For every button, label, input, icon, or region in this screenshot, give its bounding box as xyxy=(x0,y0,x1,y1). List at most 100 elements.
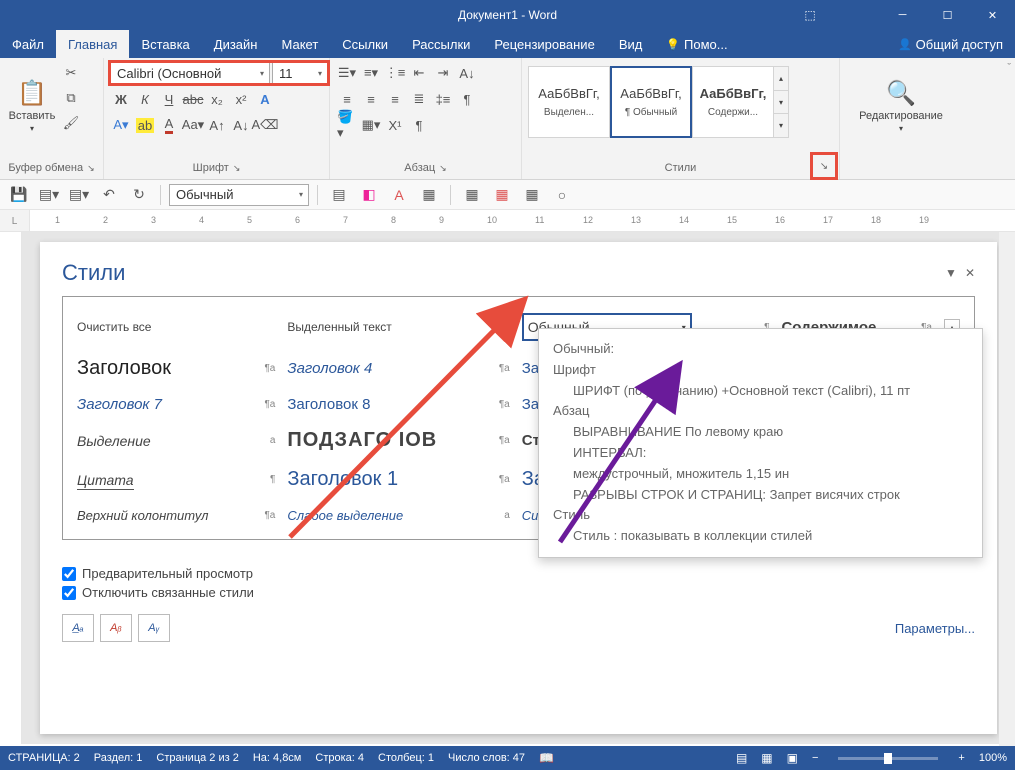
style-heading8[interactable]: Заголовок 8 xyxy=(281,388,492,421)
tab-layout[interactable]: Макет xyxy=(269,30,330,58)
editing-button[interactable]: 🔍 Редактирование ▾ xyxy=(846,62,956,150)
paragraph-launcher-icon[interactable]: ↘ xyxy=(439,163,447,174)
ribbon-display-options-icon[interactable]: ⬚ xyxy=(790,8,830,22)
vertical-scrollbar[interactable] xyxy=(999,232,1015,746)
decrease-indent-button[interactable]: ⇤ xyxy=(408,62,430,84)
horizontal-ruler[interactable]: L 12345678910111213141516171819 xyxy=(0,210,1015,232)
qat-btn-3[interactable]: ▦ xyxy=(416,183,442,207)
tab-insert[interactable]: Вставка xyxy=(129,30,201,58)
strikethrough-button[interactable]: abc xyxy=(182,88,204,110)
print-layout-icon[interactable]: ▦ xyxy=(761,751,772,765)
tab-design[interactable]: Дизайн xyxy=(202,30,270,58)
zoom-level[interactable]: 100% xyxy=(979,752,1007,764)
gallery-up-icon[interactable]: ▴ xyxy=(774,67,788,91)
style-item-normal[interactable]: АаБбВвГг, ¶ Обычный xyxy=(610,66,692,138)
redo-button[interactable]: ↻ xyxy=(126,183,152,207)
qat-btn-1[interactable]: ▤ xyxy=(326,183,352,207)
styles-options-link[interactable]: Параметры... xyxy=(895,621,975,636)
check-preview[interactable]: Предварительный просмотр xyxy=(62,566,975,581)
shading-button[interactable]: 🪣▾ xyxy=(336,114,358,136)
paragraph-mark-button[interactable]: ¶ xyxy=(408,114,430,136)
style-item-highlighted[interactable]: АаБбВвГг, Выделен... xyxy=(528,66,610,138)
style-heading4[interactable]: Заголовок 4 xyxy=(281,349,492,388)
borders-button[interactable]: ▦▾ xyxy=(360,114,382,136)
check-disable-linked[interactable]: Отключить связанные стили xyxy=(62,585,975,600)
copy-button[interactable]: ⧉ xyxy=(60,87,82,109)
tab-view[interactable]: Вид xyxy=(607,30,655,58)
text-effects-button[interactable]: A xyxy=(254,88,276,110)
font-launcher-icon[interactable]: ↘ xyxy=(233,163,241,174)
align-right-button[interactable]: ≡ xyxy=(384,88,406,110)
pane-dropdown-icon[interactable]: ▼ xyxy=(945,266,957,280)
font-size-combo[interactable]: 11▾ xyxy=(272,62,328,84)
tab-file[interactable]: Файл xyxy=(0,30,56,58)
status-page[interactable]: СТРАНИЦА: 2 xyxy=(8,752,80,764)
collapse-ribbon-icon[interactable]: ˇ xyxy=(1007,62,1011,74)
style-heading1[interactable]: Заголовок 1 xyxy=(281,460,492,499)
style-emphasis[interactable]: Выделение xyxy=(71,421,258,460)
qat-btn-5[interactable]: ▦ xyxy=(489,183,515,207)
multilevel-button[interactable]: ⋮≡ xyxy=(384,62,406,84)
style-gallery-scroll[interactable]: ▴ ▾ ▾ xyxy=(773,66,789,138)
style-selected-text[interactable]: Выделенный текст xyxy=(281,305,492,349)
status-line[interactable]: Строка: 4 xyxy=(315,752,364,764)
qat-btn-4[interactable]: ▦ xyxy=(459,183,485,207)
style-quote[interactable]: Цитата xyxy=(71,460,258,499)
justify-button[interactable]: ≣ xyxy=(408,88,430,110)
qat-btn-7[interactable]: ○ xyxy=(549,183,575,207)
zoom-in-button[interactable]: + xyxy=(958,752,964,764)
status-page-of[interactable]: Страница 2 из 2 xyxy=(156,752,238,764)
qat-dropdown-2[interactable]: ▤▾ xyxy=(66,183,92,207)
grow-font-button[interactable]: A↑ xyxy=(206,114,228,136)
align-center-button[interactable]: ≡ xyxy=(360,88,382,110)
numbering-button[interactable]: ≡▾ xyxy=(360,62,382,84)
manage-styles-button[interactable]: Aᵧ xyxy=(138,614,170,642)
status-section[interactable]: Раздел: 1 xyxy=(94,752,143,764)
increase-indent-button[interactable]: ⇥ xyxy=(432,62,454,84)
qat-btn-2[interactable]: A xyxy=(386,183,412,207)
maximize-button[interactable]: ☐ xyxy=(925,0,970,30)
close-button[interactable]: ✕ xyxy=(970,0,1015,30)
status-column[interactable]: Столбец: 1 xyxy=(378,752,434,764)
gallery-more-icon[interactable]: ▾ xyxy=(774,114,788,137)
style-header[interactable]: Верхний колонтитул xyxy=(71,499,258,531)
highlight-button[interactable]: ab xyxy=(134,114,156,136)
format-painter-button[interactable]: 🖌 xyxy=(60,112,82,134)
zoom-out-button[interactable]: − xyxy=(812,752,818,764)
save-button[interactable]: 💾 xyxy=(6,183,32,207)
style-subtitle[interactable]: ПОДЗАГО ІОВ xyxy=(281,421,492,460)
cut-button[interactable]: ✂ xyxy=(60,62,82,84)
check-disable-input[interactable] xyxy=(62,586,76,600)
tab-review[interactable]: Рецензирование xyxy=(482,30,606,58)
align-left-button[interactable]: ≡ xyxy=(336,88,358,110)
minimize-button[interactable]: ─ xyxy=(880,0,925,30)
check-preview-input[interactable] xyxy=(62,567,76,581)
read-mode-icon[interactable]: ▤ xyxy=(736,751,747,765)
qat-btn-6[interactable]: ▦ xyxy=(519,183,545,207)
font-name-combo[interactable]: Calibri (Основной▾ xyxy=(110,62,270,84)
spellcheck-icon[interactable]: 📖 xyxy=(539,751,554,765)
status-at[interactable]: На: 4,8см xyxy=(253,752,302,764)
bold-button[interactable]: Ж xyxy=(110,88,132,110)
paragraph-icon-button[interactable]: X¹ xyxy=(384,114,406,136)
qat-dropdown-1[interactable]: ▤▾ xyxy=(36,183,62,207)
web-layout-icon[interactable]: ▣ xyxy=(787,751,798,765)
pane-close-icon[interactable]: ✕ xyxy=(965,266,975,280)
vertical-ruler[interactable] xyxy=(0,232,22,744)
change-case-button[interactable]: Aa▾ xyxy=(182,114,204,136)
clear-formatting-button[interactable]: A⌫ xyxy=(254,114,276,136)
sort-button[interactable]: A↓ xyxy=(456,62,478,84)
new-style-button[interactable]: A̲ₐ xyxy=(62,614,94,642)
clipboard-launcher-icon[interactable]: ↘ xyxy=(87,163,95,174)
qat-eraser-icon[interactable]: ◧ xyxy=(356,183,382,207)
line-spacing-button[interactable]: ‡≡ xyxy=(432,88,454,110)
show-paragraph-button[interactable]: ¶ xyxy=(456,88,478,110)
underline-button[interactable]: Ч xyxy=(158,88,180,110)
tab-mailings[interactable]: Рассылки xyxy=(400,30,482,58)
gallery-down-icon[interactable]: ▾ xyxy=(774,91,788,115)
style-clear-all[interactable]: Очистить все xyxy=(71,305,258,349)
undo-button[interactable]: ↶ xyxy=(96,183,122,207)
tab-home[interactable]: Главная xyxy=(56,30,129,58)
style-inspector-button[interactable]: Aᵦ xyxy=(100,614,132,642)
styles-launcher-icon[interactable]: ↘ xyxy=(813,155,835,177)
